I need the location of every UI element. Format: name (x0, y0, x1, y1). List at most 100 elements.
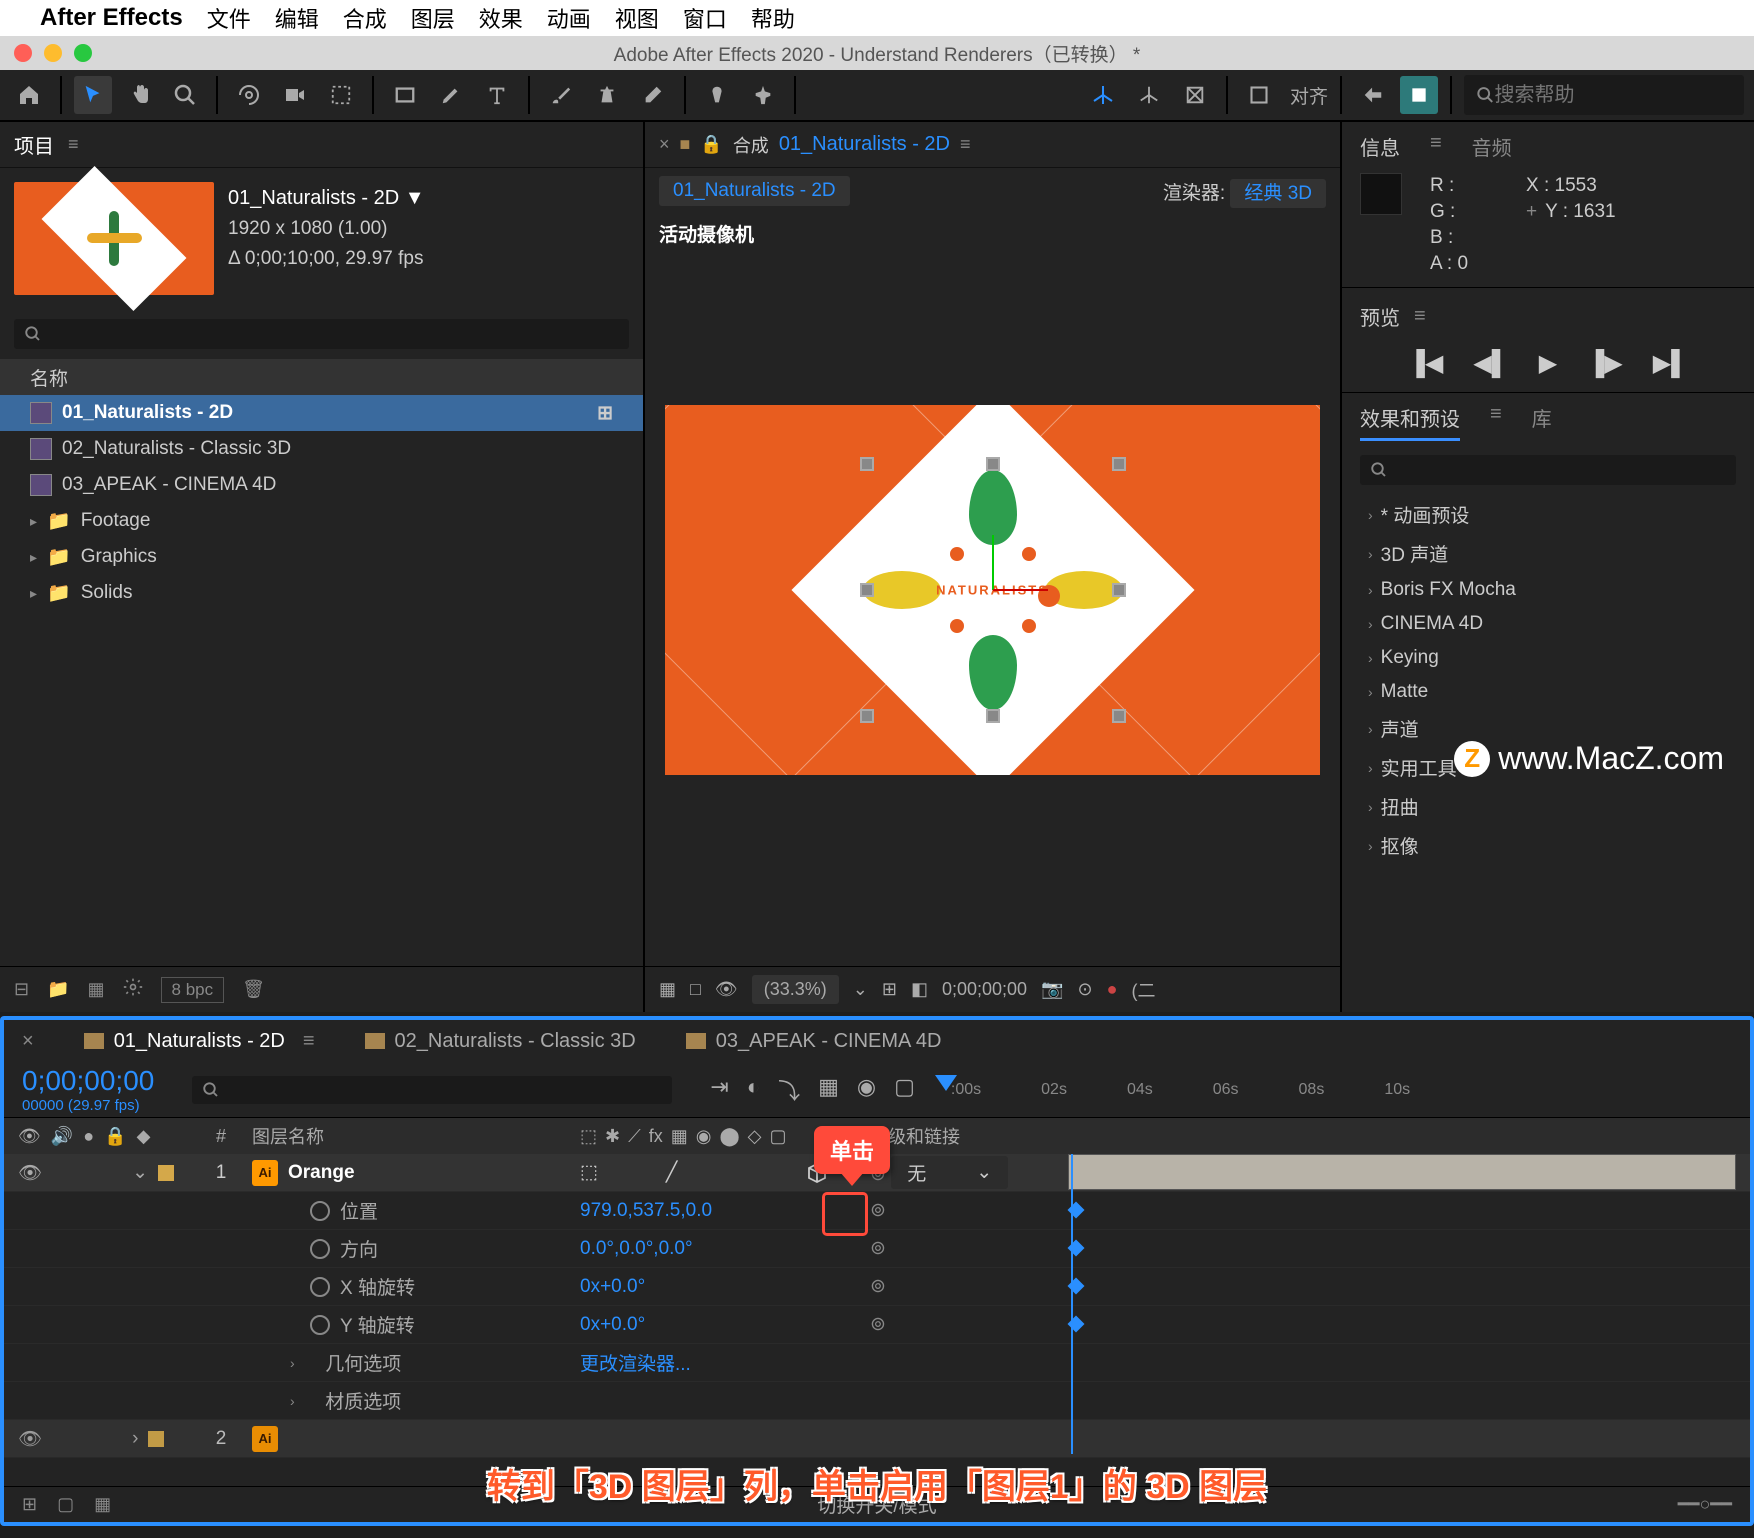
clone-stamp-tool[interactable] (588, 76, 626, 114)
expression-pickwhip-icon[interactable]: ⊚ (870, 1238, 886, 1259)
hand-tool[interactable] (120, 76, 158, 114)
selection-tool[interactable] (74, 76, 112, 114)
bpc-button[interactable]: 8 bpc (161, 977, 225, 1003)
close-panel-icon[interactable]: × (659, 134, 670, 155)
search-help[interactable] (1464, 75, 1744, 115)
preview-tab[interactable]: 预览 (1360, 302, 1400, 331)
property-value[interactable]: 0x+0.0° (580, 1314, 645, 1336)
stopwatch-icon[interactable] (310, 1315, 330, 1335)
library-tab[interactable]: 库 (1532, 403, 1552, 441)
3d-view-axis-button[interactable] (1176, 76, 1214, 114)
snapping-options-button[interactable] (1354, 76, 1392, 114)
layer-bar[interactable] (1068, 1154, 1736, 1190)
timeline-tab[interactable]: 02_Naturalists - Classic 3D (365, 1030, 636, 1053)
menu-help[interactable]: 帮助 (751, 2, 795, 34)
home-button[interactable] (10, 76, 48, 114)
layer-name-column-header[interactable]: 图层名称 (240, 1123, 570, 1149)
effects-item[interactable]: ›CINEMA 4D (1360, 607, 1736, 641)
default-button[interactable] (1400, 76, 1438, 114)
stopwatch-icon[interactable] (310, 1239, 330, 1259)
3d-local-axis-button[interactable] (1130, 76, 1168, 114)
effects-item[interactable]: ›Keying (1360, 641, 1736, 675)
new-folder-button[interactable]: 📁 (47, 979, 69, 1000)
resolution-button[interactable]: □ (690, 979, 701, 1000)
label-color[interactable] (158, 1165, 174, 1181)
shy-switch[interactable]: ⬚ (580, 1161, 598, 1184)
panel-menu-icon[interactable]: ≡ (960, 134, 971, 155)
prev-frame-button[interactable]: ◀▌ (1473, 349, 1508, 378)
rectangle-tool[interactable] (386, 76, 424, 114)
parent-dropdown[interactable]: 无 ⌄ (891, 1156, 1008, 1189)
zoom-slider[interactable]: ━━○━━ (1678, 1494, 1732, 1515)
property-value[interactable]: 更改渲染器... (580, 1349, 691, 1376)
project-item[interactable]: ▸ 📁 Solids (0, 575, 643, 611)
timeline-tab[interactable]: 03_APEAK - CINEMA 4D (686, 1030, 942, 1053)
viewer-timecode[interactable]: 0;00;00;00 (942, 979, 1027, 1000)
snapping-checkbox[interactable] (1240, 76, 1278, 114)
effects-item[interactable]: ›扭曲 (1360, 787, 1736, 826)
audio-tab[interactable]: 音频 (1472, 132, 1512, 161)
effects-item[interactable]: ›3D 声道 (1360, 534, 1736, 573)
app-name[interactable]: After Effects (40, 4, 183, 32)
x-axis-gizmo[interactable] (993, 589, 1048, 591)
frame-blend-button[interactable]: ▦ (818, 1074, 839, 1106)
project-comp-title[interactable]: 01_Naturalists - 2D ▼ (228, 182, 425, 214)
camera-tool[interactable] (276, 76, 314, 114)
draft-3d-button[interactable]: ◐ (747, 1074, 760, 1106)
info-tab[interactable]: 信息 (1360, 132, 1400, 161)
timeline-footer-icon[interactable]: ▦ (94, 1494, 111, 1515)
zoom-dropdown-icon[interactable]: ⌄ (853, 979, 868, 1000)
project-item[interactable]: ▸ 📁 Footage (0, 503, 643, 539)
playhead-icon[interactable] (935, 1075, 957, 1091)
mask-toggle-button[interactable]: 👁 (715, 979, 738, 1000)
twirl-icon[interactable]: ⌄ (132, 1161, 148, 1184)
eraser-tool[interactable] (634, 76, 672, 114)
expression-pickwhip-icon[interactable]: ⊚ (870, 1314, 886, 1335)
video-column-icon[interactable]: 👁 (18, 1126, 41, 1147)
flowchart-icon[interactable]: ⊞ (597, 402, 613, 425)
stopwatch-icon[interactable] (310, 1201, 330, 1221)
effects-search[interactable] (1360, 455, 1736, 485)
timeline-footer-icon[interactable]: ▢ (57, 1494, 74, 1515)
last-frame-button[interactable]: ▶▌ (1653, 349, 1688, 378)
pen-tool[interactable] (432, 76, 470, 114)
project-tab[interactable]: 项目 (14, 130, 54, 159)
menu-composition[interactable]: 合成 (343, 2, 387, 34)
channel-button[interactable]: ⊙ (1077, 979, 1092, 1000)
project-list-header[interactable]: 名称 (0, 359, 643, 395)
project-settings-button[interactable] (123, 977, 143, 1002)
pan-behind-tool[interactable] (322, 76, 360, 114)
property-value[interactable]: 0x+0.0° (580, 1276, 645, 1298)
effects-item[interactable]: ›Matte (1360, 675, 1736, 709)
visibility-toggle[interactable]: 👁 (18, 1161, 42, 1185)
comp-panel-title[interactable]: 01_Naturalists - 2D (779, 133, 950, 156)
first-frame-button[interactable]: ▐◀ (1408, 349, 1443, 378)
close-window-button[interactable] (14, 44, 32, 62)
orbit-tool[interactable] (230, 76, 268, 114)
stopwatch-icon[interactable] (310, 1277, 330, 1297)
property-value[interactable]: 0.0°,0.0°,0.0° (580, 1238, 693, 1260)
motion-blur-button[interactable]: ◉ (857, 1074, 876, 1106)
graph-editor-button[interactable]: ▢ (894, 1074, 915, 1106)
roto-brush-tool[interactable] (698, 76, 736, 114)
visibility-toggle[interactable]: 👁 (18, 1427, 42, 1451)
expression-pickwhip-icon[interactable]: ⊚ (870, 1200, 886, 1221)
menu-effect[interactable]: 效果 (479, 2, 523, 34)
snapshot-button[interactable]: 📷 (1041, 979, 1063, 1000)
play-button[interactable]: ▶ (1539, 349, 1557, 378)
twirl-icon[interactable]: › (132, 1428, 138, 1450)
lock-icon[interactable]: 🔒 (700, 134, 722, 155)
timeline-track-area[interactable] (1068, 1154, 1736, 1486)
type-tool[interactable] (478, 76, 516, 114)
magnification-icon[interactable]: ▦ (659, 979, 676, 1000)
effects-item[interactable]: ›Boris FX Mocha (1360, 573, 1736, 607)
solo-column-icon[interactable]: ● (83, 1126, 94, 1147)
timeline-timecode[interactable]: 0;00;00;00 (22, 1065, 154, 1097)
label-column-icon[interactable]: ◆ (137, 1126, 151, 1147)
num-column-header[interactable]: # (202, 1126, 240, 1147)
quality-switch[interactable]: ╱ (666, 1161, 677, 1184)
toggle-switches-button[interactable]: ⊞ (22, 1494, 37, 1515)
close-panel-icon[interactable]: × (22, 1030, 34, 1053)
color-mgmt-button[interactable]: ● (1107, 979, 1118, 1000)
comp-breadcrumb[interactable]: 01_Naturalists - 2D (659, 176, 850, 206)
